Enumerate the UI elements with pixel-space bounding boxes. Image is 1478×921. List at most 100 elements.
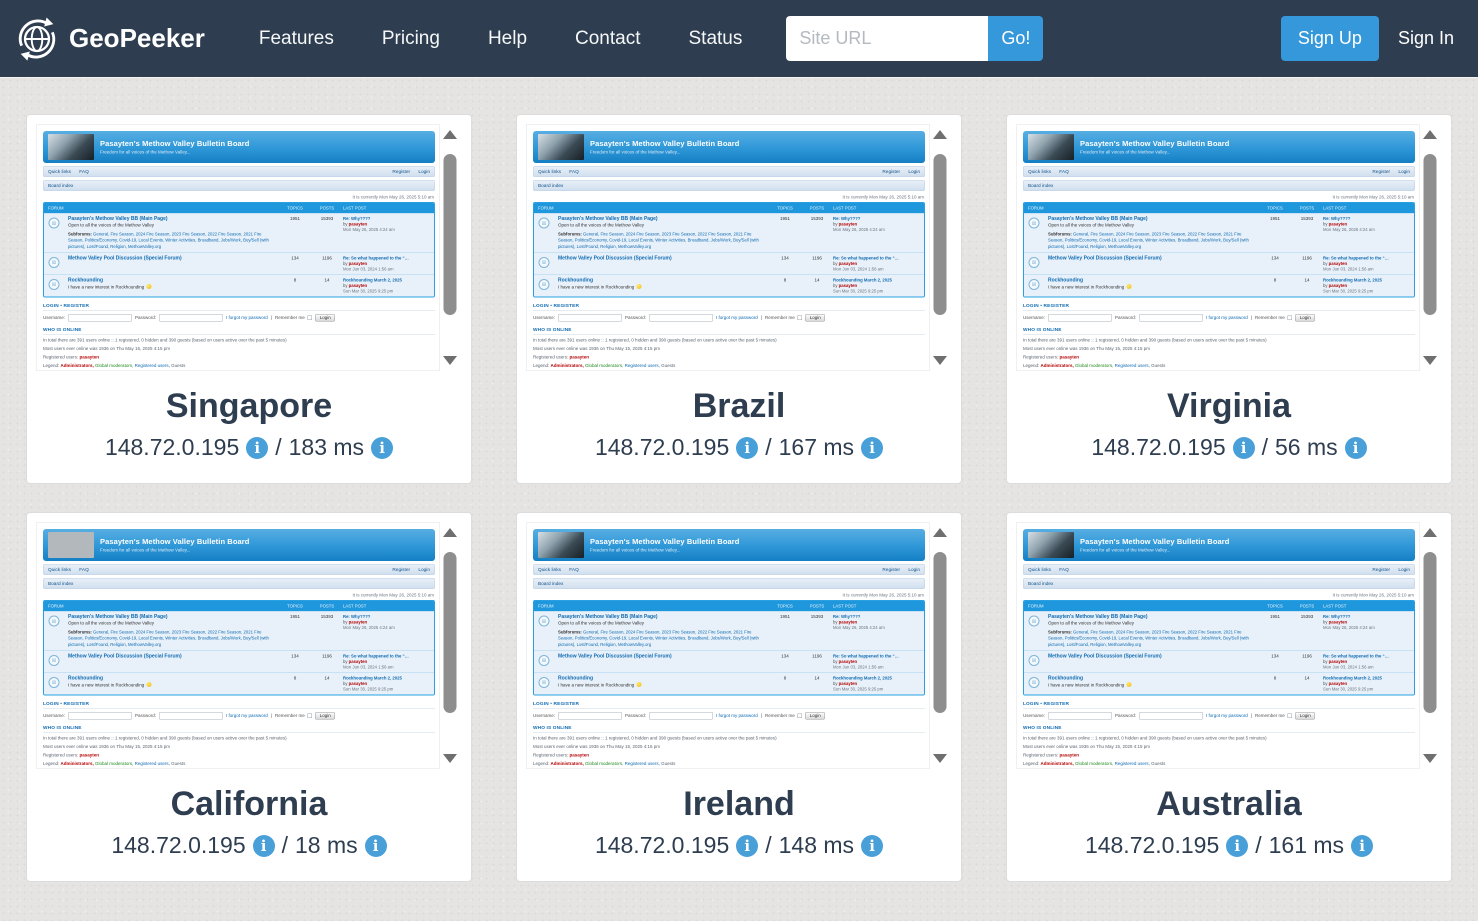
sign-in-link[interactable]: Sign In: [1398, 28, 1454, 49]
ip-ping-line: 148.72.0.195 i / 161 ms i: [1016, 832, 1442, 859]
scrollbar-thumb[interactable]: [1423, 552, 1437, 713]
ip-info-icon[interactable]: i: [1226, 834, 1249, 857]
ip-info-icon[interactable]: i: [1232, 436, 1255, 459]
scroll-down-arrow-icon[interactable]: [933, 356, 947, 365]
last-post-title: Re: Why????: [343, 216, 371, 221]
nav-link-status[interactable]: Status: [665, 14, 767, 64]
forum-row-desc: I have a new interest in Rockhounding: [1048, 682, 1125, 688]
topics-count: 8: [783, 675, 787, 681]
username-label: Username:: [43, 713, 66, 719]
ping-info-icon[interactable]: i: [861, 834, 884, 857]
nav-link-contact[interactable]: Contact: [551, 14, 664, 64]
password-input: [159, 711, 224, 720]
scroll-down-arrow-icon[interactable]: [1423, 356, 1437, 365]
scroll-down-arrow-icon[interactable]: [1423, 754, 1437, 763]
site-url-input[interactable]: [786, 16, 989, 61]
scrollbar-track[interactable]: [440, 139, 460, 356]
col-forum: FORUM: [1028, 205, 1044, 211]
forum-row-title: Rockhounding: [1048, 675, 1083, 681]
forum-topic-icon: ▤: [48, 654, 60, 666]
forum-row-pool-discussion: ▤ Methow Valley Pool Discussion (Special…: [44, 650, 434, 673]
by-label: by: [833, 221, 838, 227]
ping-info-icon[interactable]: i: [861, 436, 884, 459]
location-card: Pasayten's Methow Valley Bulletin Board …: [516, 114, 962, 484]
forum-header-banner: Pasayten's Methow Valley Bulletin Board …: [1023, 529, 1415, 561]
scroll-up-arrow-icon[interactable]: [933, 528, 947, 537]
col-topics: TOPICS: [1267, 205, 1283, 211]
scrollbar-track[interactable]: [930, 537, 950, 754]
preview-scrollbar[interactable]: [930, 522, 950, 769]
scrollbar-track[interactable]: [1420, 537, 1440, 754]
col-topics: TOPICS: [777, 603, 793, 609]
site-preview: Pasayten's Methow Valley Bulletin Board …: [526, 124, 952, 371]
preview-scrollbar[interactable]: [440, 522, 460, 769]
preview-scrollbar[interactable]: [440, 124, 460, 371]
forum-row-rockhounding: ▤ Rockhounding I have a new interest in …: [44, 274, 434, 297]
ping-info-icon[interactable]: i: [1344, 436, 1367, 459]
nav-link-pricing[interactable]: Pricing: [358, 14, 464, 64]
ip-ping-line: 148.72.0.195 i / 18 ms i: [36, 832, 462, 859]
scroll-down-arrow-icon[interactable]: [443, 754, 457, 763]
online-count-line: In total there are 391 users online :: 1…: [43, 735, 287, 741]
ip-info-icon[interactable]: i: [246, 436, 269, 459]
scrollbar-track[interactable]: [440, 537, 460, 754]
by-label: by: [1323, 619, 1328, 625]
geopeeker-globe-logo-icon: [14, 16, 60, 62]
site-preview: Pasayten's Methow Valley Bulletin Board …: [1016, 522, 1442, 769]
register-link: Register: [882, 566, 901, 573]
username-input: [558, 313, 623, 322]
forum-logo: [1028, 134, 1074, 160]
go-button[interactable]: Go!: [988, 16, 1044, 61]
ping-info-icon[interactable]: i: [364, 834, 387, 857]
login-form: Username: Password: I forgot my password…: [533, 313, 925, 322]
nav-link-features[interactable]: Features: [235, 14, 358, 64]
scrollbar-thumb[interactable]: [443, 552, 457, 713]
remember-me-checkbox: [797, 315, 803, 320]
scroll-down-arrow-icon[interactable]: [933, 754, 947, 763]
by-label: by: [343, 260, 348, 266]
scroll-up-arrow-icon[interactable]: [443, 528, 457, 537]
posts-count: 15393: [1300, 614, 1314, 619]
sign-up-button[interactable]: Sign Up: [1280, 16, 1379, 61]
forum-screenshot: Pasayten's Methow Valley Bulletin Board …: [1017, 125, 1419, 370]
separator: /: [281, 832, 289, 858]
preview-scrollbar[interactable]: [1420, 124, 1440, 371]
forum-table-header: FORUM TOPICS POSTS LAST POST: [1024, 203, 1414, 213]
preview-scrollbar[interactable]: [1420, 522, 1440, 769]
ip-info-icon[interactable]: i: [252, 834, 275, 857]
ip-address: 148.72.0.195: [104, 434, 240, 460]
forum-row-desc: I have a new interest in Rockhounding: [68, 682, 145, 688]
nav-link-help[interactable]: Help: [464, 14, 551, 64]
scroll-up-arrow-icon[interactable]: [1423, 528, 1437, 537]
scrollbar-track[interactable]: [1420, 139, 1440, 356]
ip-info-icon[interactable]: i: [736, 436, 759, 459]
scrollbar-track[interactable]: [930, 139, 950, 356]
scroll-up-arrow-icon[interactable]: [1423, 130, 1437, 139]
scroll-up-arrow-icon[interactable]: [933, 130, 947, 139]
who-is-online-heading: WHO IS ONLINE: [533, 327, 925, 335]
scroll-up-arrow-icon[interactable]: [443, 130, 457, 139]
who-is-online-heading: WHO IS ONLINE: [1023, 327, 1415, 335]
scrollbar-thumb[interactable]: [443, 154, 457, 315]
forum-row-title: Methow Valley Pool Discussion (Special F…: [68, 255, 182, 261]
scroll-down-arrow-icon[interactable]: [443, 356, 457, 365]
forum-header-banner: Pasayten's Methow Valley Bulletin Board …: [1023, 131, 1415, 163]
ip-ping-line: 148.72.0.195 i / 167 ms i: [526, 434, 952, 461]
scrollbar-thumb[interactable]: [933, 552, 947, 713]
separator: /: [275, 434, 282, 460]
username-label: Username:: [1023, 315, 1046, 321]
ping-time: 56 ms: [1275, 434, 1338, 460]
scrollbar-thumb[interactable]: [933, 154, 947, 315]
ping-info-icon[interactable]: i: [1351, 834, 1374, 857]
site-preview: Pasayten's Methow Valley Bulletin Board …: [1016, 124, 1442, 371]
brand[interactable]: GeoPeeker: [14, 16, 205, 62]
forum-header-banner: Pasayten's Methow Valley Bulletin Board …: [533, 529, 925, 561]
last-post-date: Mon May 26, 2025 4:24 am: [343, 227, 395, 232]
ping-info-icon[interactable]: i: [371, 436, 394, 459]
scrollbar-thumb[interactable]: [1423, 154, 1437, 315]
pipe-separator: |: [760, 713, 762, 719]
ip-ping-line: 148.72.0.195 i / 56 ms i: [1016, 434, 1442, 461]
ip-info-icon[interactable]: i: [736, 834, 759, 857]
preview-scrollbar[interactable]: [930, 124, 950, 371]
topics-count: 8: [293, 675, 297, 681]
